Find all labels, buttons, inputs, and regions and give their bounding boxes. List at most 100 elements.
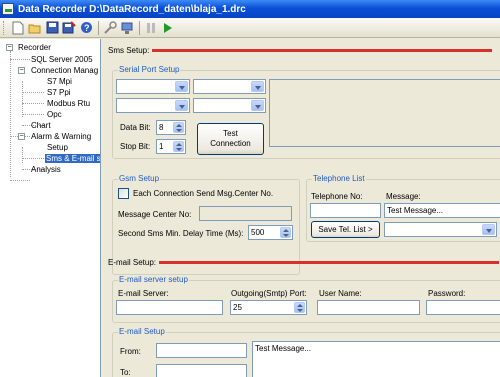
test-connection-label: Test Connection — [210, 129, 251, 148]
tel-no-label: Telephone No: — [311, 192, 363, 201]
data-bit-label: Data Bit: — [120, 123, 151, 132]
sms-section-header: Sms Setup: — [108, 46, 500, 55]
tree-line — [22, 147, 23, 163]
from-field[interactable] — [156, 343, 247, 358]
collapse-toggle[interactable]: − — [6, 44, 13, 51]
tree-item-opc[interactable]: Opc — [47, 109, 62, 120]
tree-item-alarm-warning[interactable]: Alarm & Warning — [31, 131, 91, 142]
serial-status-panel — [269, 79, 500, 147]
email-header-label: E-mail Setup: — [108, 258, 157, 267]
toolbar-grip[interactable] — [3, 20, 6, 35]
tree-item-chart[interactable]: Chart — [31, 120, 51, 131]
connect-icon[interactable] — [119, 20, 135, 36]
email-section-header: E-mail Setup: — [108, 258, 500, 267]
handshake-select[interactable] — [193, 98, 266, 113]
parity-select[interactable] — [116, 98, 190, 113]
center-no-label: Message Center No: — [118, 210, 192, 219]
test-connection-button[interactable]: Test Connection — [197, 123, 264, 155]
tree-line — [22, 92, 44, 93]
collapse-toggle[interactable]: − — [18, 133, 25, 140]
delay-time-stepper[interactable]: 500 — [248, 225, 293, 240]
stop-bit-label: Stop Bit: — [120, 142, 151, 151]
tel-list-select[interactable] — [384, 222, 497, 237]
tree-line — [10, 180, 30, 181]
tree-line — [22, 114, 44, 115]
spin-arrows-icon[interactable] — [173, 122, 184, 133]
email-setup-group-label: E-mail Setup — [118, 327, 166, 336]
serial-port-group: Serial Port Setup Data Bit: 8 Stop Bit: … — [112, 65, 500, 159]
password-field[interactable] — [426, 300, 500, 315]
stop-bit-value: 1 — [159, 142, 164, 151]
collapse-toggle[interactable]: − — [18, 67, 25, 74]
gsm-setup-group-label: Gsm Setup — [118, 174, 161, 183]
section-divider-line — [159, 261, 500, 264]
tree-item-analysis[interactable]: Analysis — [31, 164, 61, 175]
stop-bit-stepper[interactable]: 1 — [156, 139, 186, 154]
email-server-group-label: E-mail server setup — [118, 275, 189, 284]
center-no-field[interactable] — [199, 206, 292, 221]
message-field[interactable]: Test Message... — [384, 203, 500, 218]
serial-port-group-label: Serial Port Setup — [118, 65, 181, 74]
password-label: Password: — [428, 289, 466, 298]
to-field[interactable] — [156, 364, 247, 377]
tel-no-field[interactable] — [310, 203, 381, 218]
tree-item-s7-ppi[interactable]: S7 Ppi — [47, 87, 71, 98]
telephone-list-group-label: Telephone List — [312, 174, 366, 183]
smtp-port-stepper[interactable]: 25 — [230, 300, 307, 315]
baud-rate-select[interactable] — [193, 79, 266, 94]
message-value: Test Message... — [387, 206, 444, 215]
chevron-down-icon[interactable] — [175, 100, 188, 111]
save-tel-list-label: Save Tel. List > — [318, 224, 373, 234]
tree-line — [22, 158, 44, 159]
new-file-icon[interactable] — [10, 20, 26, 36]
window-title: Data Recorder D:\DataRecord_daten\blaja_… — [18, 3, 246, 15]
smtp-port-value: 25 — [233, 303, 242, 312]
tree-item-s7-mpi[interactable]: S7 Mpi — [47, 76, 72, 87]
data-bit-stepper[interactable]: 8 — [156, 120, 186, 135]
port-name-select[interactable] — [116, 79, 190, 94]
chevron-down-icon[interactable] — [175, 81, 188, 92]
chevron-down-icon[interactable] — [251, 81, 264, 92]
email-body-value: Test Message... — [255, 344, 312, 353]
each-connection-checkbox[interactable] — [118, 188, 129, 199]
tree-item-recorder[interactable]: Recorder — [18, 42, 51, 53]
chevron-down-icon[interactable] — [482, 224, 495, 235]
spin-arrows-icon[interactable] — [173, 141, 184, 152]
from-label: From: — [120, 347, 141, 356]
email-body-textarea[interactable]: Test Message... — [252, 341, 500, 377]
smtp-port-label: Outgoing(Smtp) Port: — [231, 289, 307, 298]
email-server-field[interactable] — [116, 300, 223, 315]
settings-panel: Sms Setup: Serial Port Setup Data Bit: 8… — [102, 39, 500, 377]
toolbar-separator — [98, 20, 99, 35]
tools-icon[interactable] — [102, 20, 118, 36]
title-bar: Data Recorder D:\DataRecord_daten\blaja_… — [0, 0, 500, 18]
spin-arrows-icon[interactable] — [294, 302, 305, 313]
tree-item-sql-server[interactable]: SQL Server 2005 — [31, 54, 93, 65]
spin-arrows-icon[interactable] — [280, 227, 291, 238]
tree-item-modbus-rtu[interactable]: Modbus Rtu — [47, 98, 90, 109]
save-as-icon[interactable] — [61, 20, 77, 36]
pause-icon[interactable] — [143, 20, 159, 36]
sms-header-label: Sms Setup: — [108, 46, 150, 55]
help-icon[interactable]: ? — [78, 20, 94, 36]
tree-item-connection-manager[interactable]: Connection Manag — [31, 65, 98, 76]
play-icon[interactable] — [160, 20, 176, 36]
delay-time-label: Second Sms Min. Delay Time (Ms): — [118, 229, 244, 238]
data-bit-value: 8 — [159, 123, 164, 132]
delay-time-value: 500 — [251, 228, 265, 237]
user-name-field[interactable] — [317, 300, 420, 315]
tree-item-sms-email[interactable]: Sms & E-mail se — [45, 153, 100, 164]
each-connection-label: Each Connection Send Msg.Center No. — [133, 189, 274, 198]
email-server-label: E-mail Server: — [118, 289, 169, 298]
save-icon[interactable] — [44, 20, 60, 36]
svg-text:?: ? — [84, 23, 90, 33]
section-divider-line — [152, 49, 493, 52]
open-folder-icon[interactable] — [27, 20, 43, 36]
tree-line — [22, 103, 44, 104]
message-label: Message: — [386, 192, 421, 201]
save-tel-list-button[interactable]: Save Tel. List > — [311, 221, 380, 238]
tree-item-setup[interactable]: Setup — [47, 142, 68, 153]
email-setup-group: E-mail Setup From: To: Test Message... — [112, 327, 500, 377]
chevron-down-icon[interactable] — [251, 100, 264, 111]
app-icon — [2, 3, 14, 15]
